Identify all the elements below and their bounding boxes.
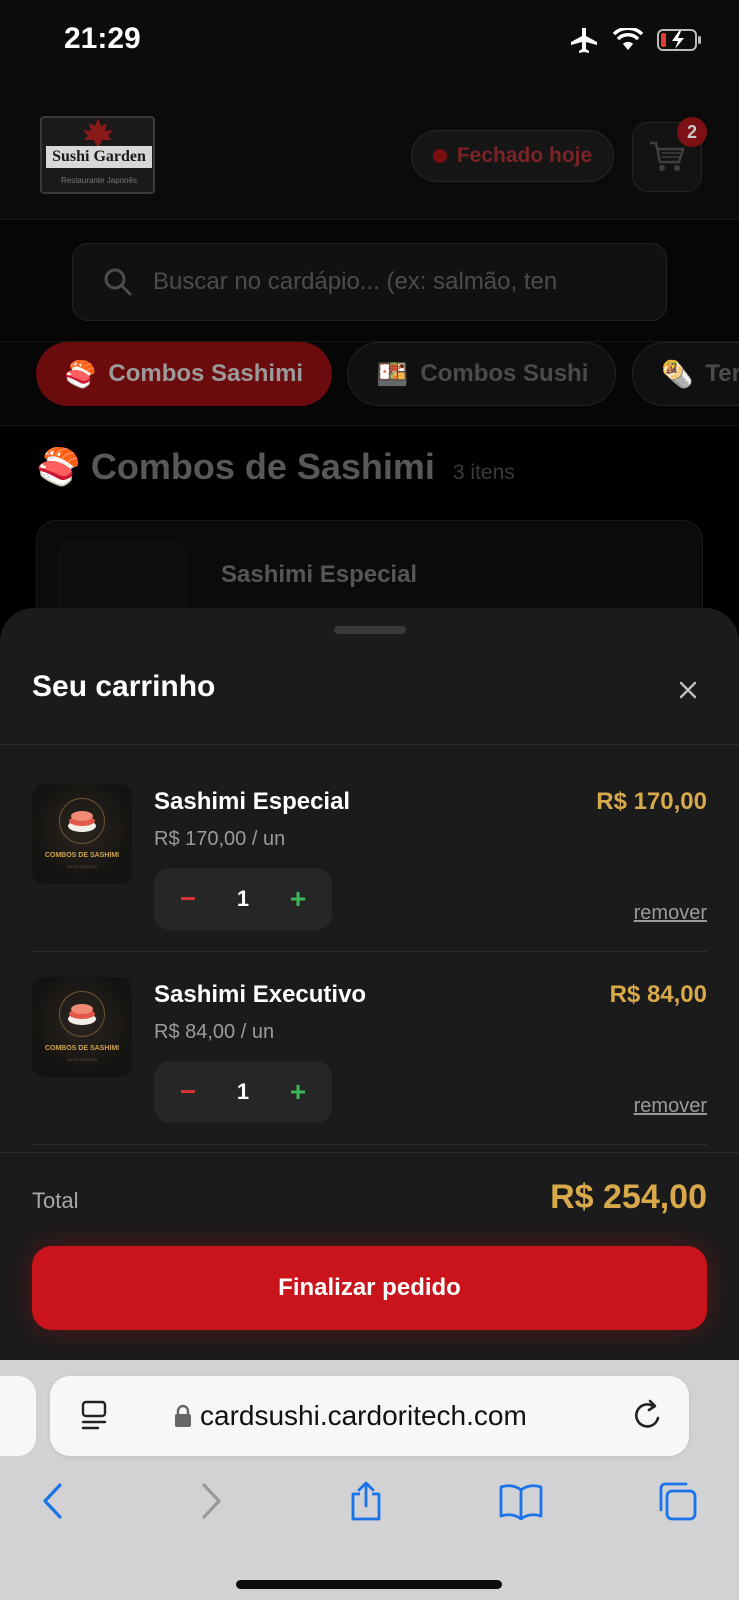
item-total-price: R$ 170,00 bbox=[596, 788, 707, 815]
status-icons bbox=[569, 26, 703, 54]
remove-link[interactable]: remover bbox=[634, 1095, 707, 1118]
airplane-icon bbox=[571, 28, 597, 53]
back-button[interactable] bbox=[28, 1476, 78, 1526]
home-indicator bbox=[236, 1580, 502, 1589]
search-input[interactable]: Buscar no cardápio... (ex: salmão, ten bbox=[72, 243, 667, 321]
url-text: cardsushi.cardoritech.com bbox=[200, 1400, 527, 1431]
item-unit-price: R$ 84,00 / un bbox=[154, 1021, 275, 1043]
cart-button[interactable]: 2 bbox=[632, 117, 707, 192]
status-time: 21:29 bbox=[64, 22, 141, 55]
close-button[interactable] bbox=[672, 674, 704, 706]
total-label: Total bbox=[32, 1188, 79, 1213]
address-bar[interactable]: cardsushi.cardoritech.com bbox=[50, 1376, 689, 1456]
share-button[interactable] bbox=[341, 1476, 391, 1526]
reload-icon[interactable] bbox=[631, 1398, 665, 1434]
item-unit-price: R$ 170,00 / un bbox=[154, 828, 286, 850]
decrease-button[interactable]: − bbox=[176, 1076, 200, 1108]
section-item-count: 3 itens bbox=[452, 461, 515, 484]
category-tabs: 🍣 Combos Sashimi 🍱 Combos Sushi 🌯 Ter bbox=[0, 342, 739, 426]
open-status-badge: Fechado hoje bbox=[411, 130, 614, 182]
chevron-right-icon bbox=[202, 1483, 221, 1519]
cart-sheet: Seu carrinho COMBOS DE SASHIMI SUSHI GAR… bbox=[0, 608, 739, 1360]
section-title-label: Combos de Sashimi bbox=[90, 446, 435, 487]
tab-temaki[interactable]: 🌯 Ter bbox=[632, 342, 739, 406]
item-thumbnail: COMBOS DE SASHIMI SUSHI GARDEN bbox=[32, 977, 132, 1077]
increase-button[interactable]: + bbox=[286, 883, 310, 915]
quantity-value: 1 bbox=[236, 886, 250, 911]
sashimi-icon bbox=[68, 811, 96, 832]
wifi-icon bbox=[613, 28, 643, 50]
browser-nav bbox=[0, 1476, 739, 1546]
reader-icon[interactable] bbox=[80, 1400, 110, 1432]
divider bbox=[32, 951, 707, 952]
tabs-icon bbox=[659, 1482, 697, 1521]
product-name: Sashimi Especial bbox=[221, 561, 418, 588]
total-value: R$ 254,00 bbox=[550, 1178, 707, 1216]
cart-icon bbox=[650, 141, 685, 171]
quantity-stepper: − 1 + bbox=[154, 1061, 332, 1123]
temaki-icon: 🌯 bbox=[661, 358, 694, 389]
item-name: Sashimi Executivo bbox=[154, 981, 367, 1008]
battery-icon bbox=[657, 29, 701, 51]
section-title-text: 🍣 Combos de Sashimi bbox=[36, 446, 435, 488]
sashimi-icon bbox=[68, 1004, 96, 1025]
quantity-value: 1 bbox=[236, 1079, 250, 1104]
search-icon bbox=[104, 268, 132, 296]
bookmarks-button[interactable] bbox=[496, 1476, 546, 1526]
url-field[interactable]: cardsushi.cardoritech.com bbox=[174, 1376, 527, 1456]
chevron-left-icon bbox=[43, 1483, 62, 1519]
divider bbox=[0, 744, 739, 745]
tab-label: Combos Sashimi bbox=[108, 360, 304, 387]
divider bbox=[0, 1152, 739, 1153]
book-icon bbox=[499, 1484, 543, 1520]
close-icon bbox=[679, 681, 697, 699]
sashimi-icon: 🍣 bbox=[64, 358, 97, 389]
remove-link[interactable]: remover bbox=[634, 902, 707, 925]
previous-tab-peek[interactable] bbox=[0, 1376, 36, 1456]
cart-item: COMBOS DE SASHIMI SUSHI GARDEN Sashimi E… bbox=[32, 784, 707, 976]
decrease-button[interactable]: − bbox=[176, 883, 200, 915]
tab-label: Combos Sushi bbox=[420, 360, 589, 387]
item-total-price: R$ 84,00 bbox=[609, 981, 707, 1008]
lock-icon bbox=[175, 1404, 191, 1427]
thumb-label: COMBOS DE SASHIMI bbox=[44, 1045, 120, 1052]
tabs-button[interactable] bbox=[652, 1476, 702, 1526]
item-thumbnail: COMBOS DE SASHIMI SUSHI GARDEN bbox=[32, 784, 132, 884]
sashimi-icon: 🍣 bbox=[36, 446, 81, 487]
tab-label: Ter bbox=[705, 360, 739, 387]
browser-toolbar: cardsushi.cardoritech.com bbox=[0, 1360, 739, 1600]
section-heading: 🍣 Combos de Sashimi 3 itens bbox=[36, 446, 515, 488]
thumb-sublabel: SUSHI GARDEN bbox=[66, 1057, 98, 1062]
cart-item: COMBOS DE SASHIMI SUSHI GARDEN Sashimi E… bbox=[32, 977, 707, 1169]
checkout-button[interactable]: Finalizar pedido bbox=[32, 1246, 707, 1330]
cart-count-badge: 2 bbox=[677, 117, 707, 147]
search-row: Buscar no cardápio... (ex: salmão, ten bbox=[0, 221, 739, 342]
open-status-label: Fechado hoje bbox=[456, 144, 593, 167]
share-icon bbox=[351, 1481, 381, 1521]
increase-button[interactable]: + bbox=[286, 1076, 310, 1108]
site-header: Sushi Garden Restaurante Japonês Fechado… bbox=[0, 78, 739, 220]
sheet-grabber[interactable] bbox=[334, 626, 406, 634]
status-bar: 21:29 bbox=[0, 0, 739, 78]
restaurant-logo[interactable]: Sushi Garden Restaurante Japonês bbox=[40, 116, 155, 194]
logo-title: Sushi Garden bbox=[46, 146, 152, 168]
tab-combos-sushi[interactable]: 🍱 Combos Sushi bbox=[347, 342, 616, 406]
status-dot bbox=[432, 149, 447, 163]
bento-icon: 🍱 bbox=[376, 358, 409, 389]
logo-subtitle: Restaurante Japonês bbox=[60, 176, 138, 185]
tab-combos-sashimi[interactable]: 🍣 Combos Sashimi bbox=[36, 342, 332, 406]
forward-button[interactable] bbox=[186, 1476, 236, 1526]
search-placeholder: Buscar no cardápio... (ex: salmão, ten bbox=[153, 268, 558, 295]
thumb-sublabel: SUSHI GARDEN bbox=[66, 864, 98, 869]
cart-title: Seu carrinho bbox=[32, 670, 216, 703]
item-name: Sashimi Especial bbox=[154, 788, 351, 815]
thumb-label: COMBOS DE SASHIMI bbox=[44, 852, 120, 859]
divider bbox=[32, 1144, 707, 1145]
quantity-stepper: − 1 + bbox=[154, 868, 332, 930]
